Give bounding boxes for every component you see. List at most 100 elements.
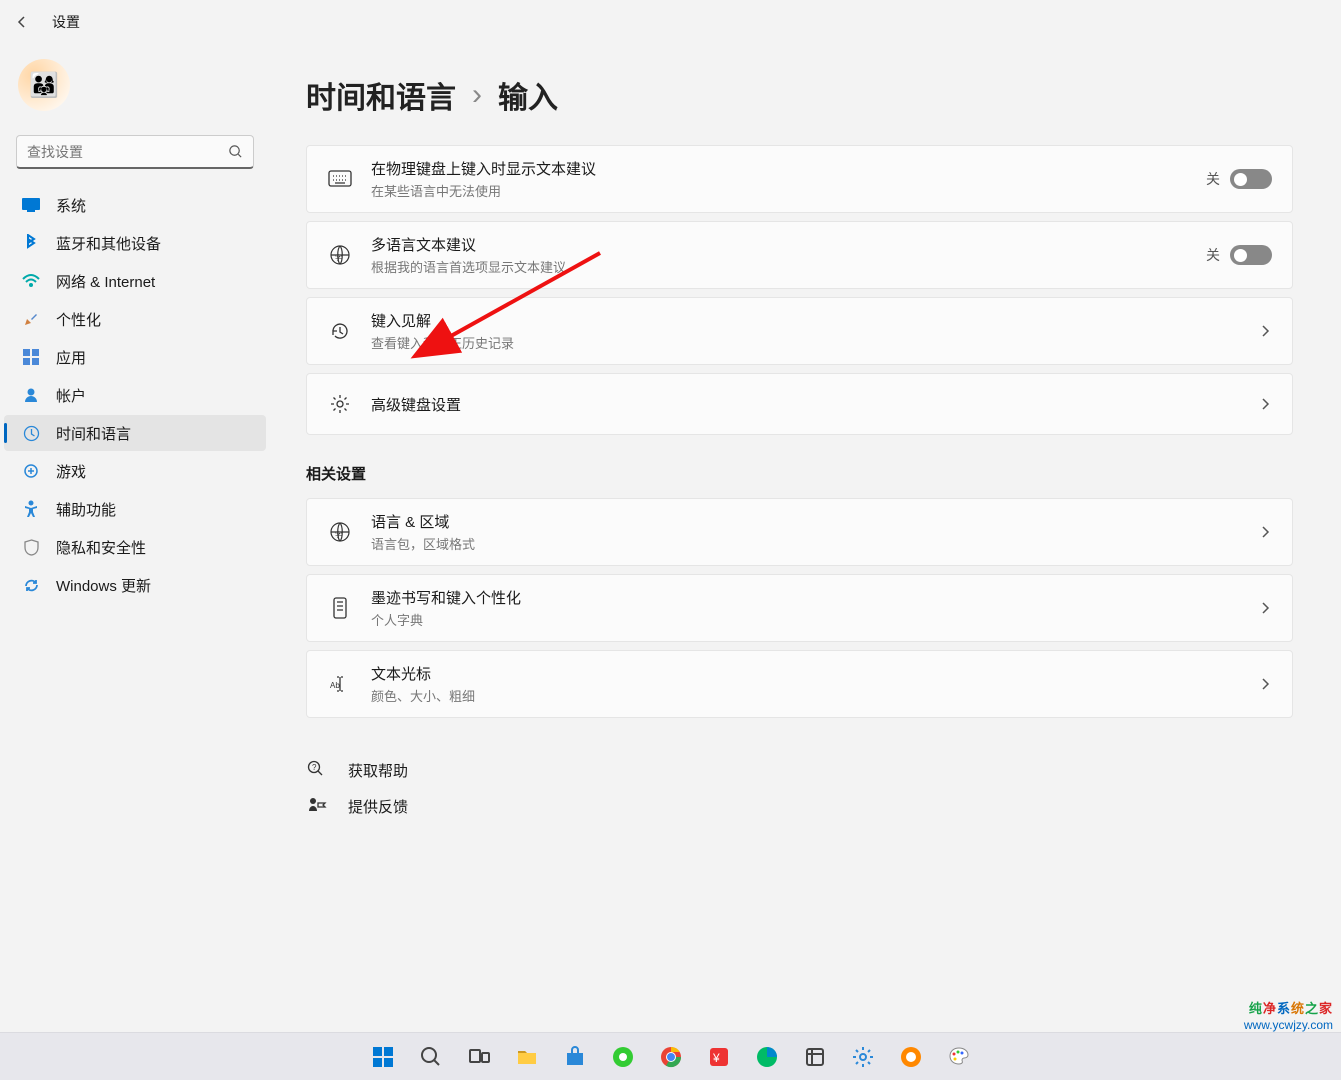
watermark-text: 纯净系统之家 — [1249, 998, 1333, 1017]
profile-block[interactable]: 👨‍👩‍👧 — [0, 51, 270, 135]
setting-title: 语言 & 区域 — [371, 511, 1258, 532]
related-text-cursor[interactable]: Ab 文本光标 颜色、大小、粗细 — [306, 650, 1293, 718]
taskbar-taskview[interactable] — [459, 1037, 499, 1077]
chevron-right-icon — [1258, 525, 1272, 539]
sidebar-item-bluetooth[interactable]: 蓝牙和其他设备 — [4, 225, 266, 261]
setting-text: 键入见解 查看键入和更正历史记录 — [371, 310, 1258, 352]
brush-icon — [22, 310, 40, 328]
taskbar-store[interactable] — [555, 1037, 595, 1077]
nav-label: 蓝牙和其他设备 — [56, 233, 161, 254]
sidebar-item-system[interactable]: 系统 — [4, 187, 266, 223]
nav-label: 网络 & Internet — [56, 271, 155, 292]
toggle-switch[interactable] — [1230, 169, 1272, 189]
help-label: 获取帮助 — [348, 760, 408, 781]
taskbar-paint[interactable] — [939, 1037, 979, 1077]
nav-label: 个性化 — [56, 309, 101, 330]
sidebar-item-time-language[interactable]: 时间和语言 — [4, 415, 266, 451]
setting-multilang-suggestions[interactable]: 字 多语言文本建议 根据我的语言首选项显示文本建议 关 — [306, 221, 1293, 289]
setting-text: 语言 & 区域 语言包，区域格式 — [371, 511, 1258, 553]
setting-text: 文本光标 颜色、大小、粗细 — [371, 663, 1258, 705]
sidebar-item-account[interactable]: 帐户 — [4, 377, 266, 413]
nav: 系统 蓝牙和其他设备 网络 & Internet 个性化 应用 帐户 时间和语言… — [0, 187, 270, 603]
setting-title: 高级键盘设置 — [371, 394, 1258, 415]
display-icon — [22, 196, 40, 214]
sidebar-item-network[interactable]: 网络 & Internet — [4, 263, 266, 299]
toggle-switch[interactable] — [1230, 245, 1272, 265]
related-language-region[interactable]: 字 语言 & 区域 语言包，区域格式 — [306, 498, 1293, 566]
svg-text:字: 字 — [335, 253, 342, 262]
sidebar-item-apps[interactable]: 应用 — [4, 339, 266, 375]
setting-text: 在物理键盘上键入时显示文本建议 在某些语言中无法使用 — [371, 158, 1206, 200]
sidebar-item-gaming[interactable]: 游戏 — [4, 453, 266, 489]
history-icon — [327, 318, 353, 344]
feedback-link[interactable]: 提供反馈 — [306, 790, 1293, 822]
related-settings-header: 相关设置 — [306, 463, 1293, 484]
svg-text:¥: ¥ — [712, 1051, 720, 1065]
apps-icon — [22, 348, 40, 366]
chevron-right-icon — [1258, 601, 1272, 615]
setting-typing-insights[interactable]: 键入见解 查看键入和更正历史记录 — [306, 297, 1293, 365]
sidebar-item-accessibility[interactable]: 辅助功能 — [4, 491, 266, 527]
nav-label: Windows 更新 — [56, 575, 151, 596]
person-icon — [22, 386, 40, 404]
update-icon — [22, 576, 40, 594]
taskbar-app-red[interactable]: ¥ — [699, 1037, 739, 1077]
svg-text:字: 字 — [335, 530, 342, 539]
setting-title: 文本光标 — [371, 663, 1258, 684]
taskbar-edge[interactable] — [747, 1037, 787, 1077]
taskbar-search[interactable] — [411, 1037, 451, 1077]
help-label: 提供反馈 — [348, 796, 408, 817]
setting-title: 在物理键盘上键入时显示文本建议 — [371, 158, 1206, 179]
watermark-url: www.ycwjzy.com — [1244, 1018, 1333, 1032]
app-title: 设置 — [52, 12, 80, 32]
accessibility-icon — [22, 500, 40, 518]
cursor-icon: Ab — [327, 671, 353, 697]
get-help-link[interactable]: ? 获取帮助 — [306, 754, 1293, 786]
taskbar-app-green[interactable] — [603, 1037, 643, 1077]
taskbar-settings[interactable] — [843, 1037, 883, 1077]
setting-text: 高级键盘设置 — [371, 394, 1258, 415]
help-icon: ? — [306, 759, 328, 781]
nav-label: 隐私和安全性 — [56, 537, 146, 558]
search-box[interactable] — [16, 135, 254, 169]
gear-icon — [327, 391, 353, 417]
avatar: 👨‍👩‍👧 — [18, 59, 70, 111]
sidebar-item-personalize[interactable]: 个性化 — [4, 301, 266, 337]
nav-label: 时间和语言 — [56, 423, 131, 444]
taskbar: ¥ — [0, 1032, 1341, 1080]
taskbar-360[interactable] — [891, 1037, 931, 1077]
nav-label: 应用 — [56, 347, 86, 368]
chevron-right-icon — [1258, 397, 1272, 411]
bluetooth-icon — [22, 234, 40, 252]
setting-text-suggestions[interactable]: 在物理键盘上键入时显示文本建议 在某些语言中无法使用 关 — [306, 145, 1293, 213]
setting-sub: 个人字典 — [371, 610, 1258, 629]
taskbar-snip[interactable] — [795, 1037, 835, 1077]
multilang-icon: 字 — [327, 242, 353, 268]
breadcrumb-parent[interactable]: 时间和语言 — [306, 73, 456, 117]
sidebar-item-privacy[interactable]: 隐私和安全性 — [4, 529, 266, 565]
nav-label: 辅助功能 — [56, 499, 116, 520]
sidebar-item-windows-update[interactable]: Windows 更新 — [4, 567, 266, 603]
globe-icon: 字 — [327, 519, 353, 545]
globe-clock-icon — [22, 424, 40, 442]
chevron-right-icon — [1258, 677, 1272, 691]
taskbar-explorer[interactable] — [507, 1037, 547, 1077]
breadcrumb-current: 输入 — [498, 73, 558, 117]
related-ink-typing[interactable]: 墨迹书写和键入个性化 个人字典 — [306, 574, 1293, 642]
arrow-left-icon — [14, 14, 30, 30]
setting-sub: 查看键入和更正历史记录 — [371, 333, 1258, 352]
setting-sub: 语言包，区域格式 — [371, 534, 1258, 553]
feedback-icon — [306, 795, 328, 817]
setting-sub: 颜色、大小、粗细 — [371, 686, 1258, 705]
sidebar: 👨‍👩‍👧 系统 蓝牙和其他设备 网络 & Internet 个性化 应用 帐户… — [0, 43, 270, 938]
network-icon — [22, 272, 40, 290]
taskbar-start[interactable] — [363, 1037, 403, 1077]
svg-text:?: ? — [312, 763, 317, 772]
setting-advanced-keyboard[interactable]: 高级键盘设置 — [306, 373, 1293, 435]
titlebar: 设置 — [0, 0, 1341, 43]
shield-icon — [22, 538, 40, 556]
search-input[interactable] — [27, 144, 228, 160]
back-button[interactable] — [10, 10, 34, 34]
taskbar-chrome[interactable] — [651, 1037, 691, 1077]
chevron-right-icon — [1258, 324, 1272, 338]
